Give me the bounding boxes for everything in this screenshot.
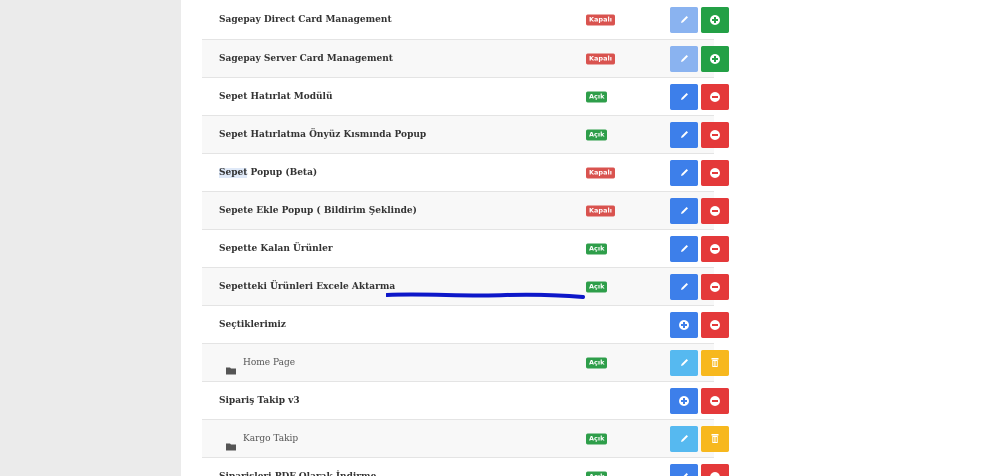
module-name-rest: Popup (Beta) bbox=[250, 167, 318, 178]
pencil-icon bbox=[679, 125, 690, 144]
uninstall-button[interactable] bbox=[701, 311, 729, 338]
pencil-icon bbox=[679, 10, 690, 29]
add-child-button[interactable] bbox=[670, 387, 698, 414]
minus-circle-icon bbox=[710, 91, 720, 102]
module-list: Sagepay Direct Card Management Kapalı Sage… bbox=[202, 0, 729, 476]
module-name: Sepet Hatırlatma Önyüz Kısmında Popup bbox=[219, 129, 427, 140]
module-name: Sepetteki Ürünleri Excele Aktarma bbox=[219, 281, 396, 292]
selected-text: Sepet bbox=[219, 167, 248, 178]
install-button[interactable] bbox=[701, 6, 729, 33]
module-name: Sepet Hatırlat Modülü bbox=[219, 91, 333, 102]
uninstall-button[interactable] bbox=[701, 121, 729, 148]
modules-panel: Sagepay Direct Card Management Kapalı Sage… bbox=[181, 0, 1000, 476]
pencil-icon bbox=[679, 201, 690, 220]
module-row: Sagepay Server Card Management Kapalı bbox=[202, 40, 729, 78]
edit-button[interactable] bbox=[670, 121, 698, 148]
install-button[interactable] bbox=[701, 45, 729, 72]
plus-circle-icon bbox=[679, 319, 689, 330]
status-badge: Açık bbox=[586, 433, 608, 444]
status-badge: Kapalı bbox=[586, 53, 615, 64]
status-badge: Açık bbox=[586, 243, 608, 254]
module-row: Sepette Kalan Ürünler Açık bbox=[202, 230, 729, 268]
pencil-icon bbox=[679, 163, 690, 182]
module-row: Sagepay Direct Card Management Kapalı bbox=[202, 0, 729, 40]
status-badge: Kapalı bbox=[586, 205, 615, 216]
sub-module-row: Home Page Açık bbox=[202, 344, 729, 382]
status-badge: Açık bbox=[586, 129, 608, 140]
minus-circle-icon bbox=[710, 471, 720, 476]
pencil-icon bbox=[679, 429, 690, 448]
status-badge: Açık bbox=[586, 471, 608, 476]
module-row: Seçtiklerimiz bbox=[202, 306, 729, 344]
sub-module-row: Kargo Takip Açık bbox=[202, 420, 729, 458]
uninstall-button[interactable] bbox=[701, 159, 729, 186]
delete-button[interactable] bbox=[701, 425, 729, 452]
module-name: Sepete Ekle Popup ( Bildirim Şeklinde) bbox=[219, 205, 417, 216]
pencil-icon bbox=[679, 239, 690, 258]
edit-button[interactable] bbox=[670, 83, 698, 110]
status-badge: Kapalı bbox=[586, 14, 615, 25]
uninstall-button[interactable] bbox=[701, 273, 729, 300]
edit-button[interactable] bbox=[670, 349, 698, 376]
edit-button[interactable] bbox=[670, 197, 698, 224]
module-name: Sipariş Takip v3 bbox=[219, 395, 300, 406]
folder-icon bbox=[226, 359, 236, 374]
minus-circle-icon bbox=[710, 243, 720, 254]
pencil-icon bbox=[679, 467, 690, 476]
edit-button[interactable] bbox=[670, 425, 698, 452]
uninstall-button[interactable] bbox=[701, 83, 729, 110]
module-row: Sipariş Takip v3 bbox=[202, 382, 729, 420]
module-name: Siparişleri PDF Olarak İndirme bbox=[219, 472, 376, 476]
module-name: Kargo Takip bbox=[243, 433, 299, 444]
pencil-icon bbox=[679, 49, 690, 68]
edit-button[interactable] bbox=[670, 463, 698, 476]
pencil-icon bbox=[679, 353, 690, 372]
module-name: Sepet Popup (Beta) bbox=[219, 167, 318, 178]
status-badge: Açık bbox=[586, 91, 608, 102]
pencil-icon bbox=[679, 277, 690, 296]
minus-circle-icon bbox=[710, 205, 720, 216]
module-row: Siparişleri PDF Olarak İndirme Açık bbox=[202, 458, 729, 476]
annotation-underline bbox=[386, 292, 585, 299]
status-badge: Açık bbox=[586, 281, 608, 292]
plus-circle-icon bbox=[710, 14, 720, 25]
add-child-button[interactable] bbox=[670, 311, 698, 338]
status-badge: Açık bbox=[586, 357, 608, 368]
plus-circle-icon bbox=[679, 395, 689, 406]
uninstall-button[interactable] bbox=[701, 235, 729, 262]
module-row: Sepet Hatırlatma Önyüz Kısmında Popup Açı… bbox=[202, 116, 729, 154]
module-row: Sepet Popup (Beta) Kapalı bbox=[202, 154, 729, 192]
edit-button[interactable] bbox=[670, 6, 698, 33]
uninstall-button[interactable] bbox=[701, 387, 729, 414]
uninstall-button[interactable] bbox=[701, 197, 729, 224]
minus-circle-icon bbox=[710, 281, 720, 292]
edit-button[interactable] bbox=[670, 235, 698, 262]
delete-button[interactable] bbox=[701, 349, 729, 376]
plus-circle-icon bbox=[710, 53, 720, 64]
minus-circle-icon bbox=[710, 319, 720, 330]
edit-button[interactable] bbox=[670, 159, 698, 186]
module-name: Sagepay Direct Card Management bbox=[219, 14, 392, 25]
uninstall-button[interactable] bbox=[701, 463, 729, 476]
module-name: Sepette Kalan Ürünler bbox=[219, 243, 333, 254]
module-name: Seçtiklerimiz bbox=[219, 319, 286, 330]
minus-circle-icon bbox=[710, 167, 720, 178]
edit-button[interactable] bbox=[670, 273, 698, 300]
minus-circle-icon bbox=[710, 395, 720, 406]
trash-icon bbox=[710, 429, 720, 448]
module-row: Sepete Ekle Popup ( Bildirim Şeklinde) Ka… bbox=[202, 192, 729, 230]
folder-icon bbox=[226, 435, 236, 450]
module-name: Sagepay Server Card Management bbox=[219, 53, 393, 64]
pencil-icon bbox=[679, 87, 690, 106]
trash-icon bbox=[710, 353, 720, 372]
module-name: Home Page bbox=[243, 357, 296, 368]
status-badge: Kapalı bbox=[586, 167, 615, 178]
module-row: Sepet Hatırlat Modülü Açık bbox=[202, 78, 729, 116]
minus-circle-icon bbox=[710, 129, 720, 140]
edit-button[interactable] bbox=[670, 45, 698, 72]
